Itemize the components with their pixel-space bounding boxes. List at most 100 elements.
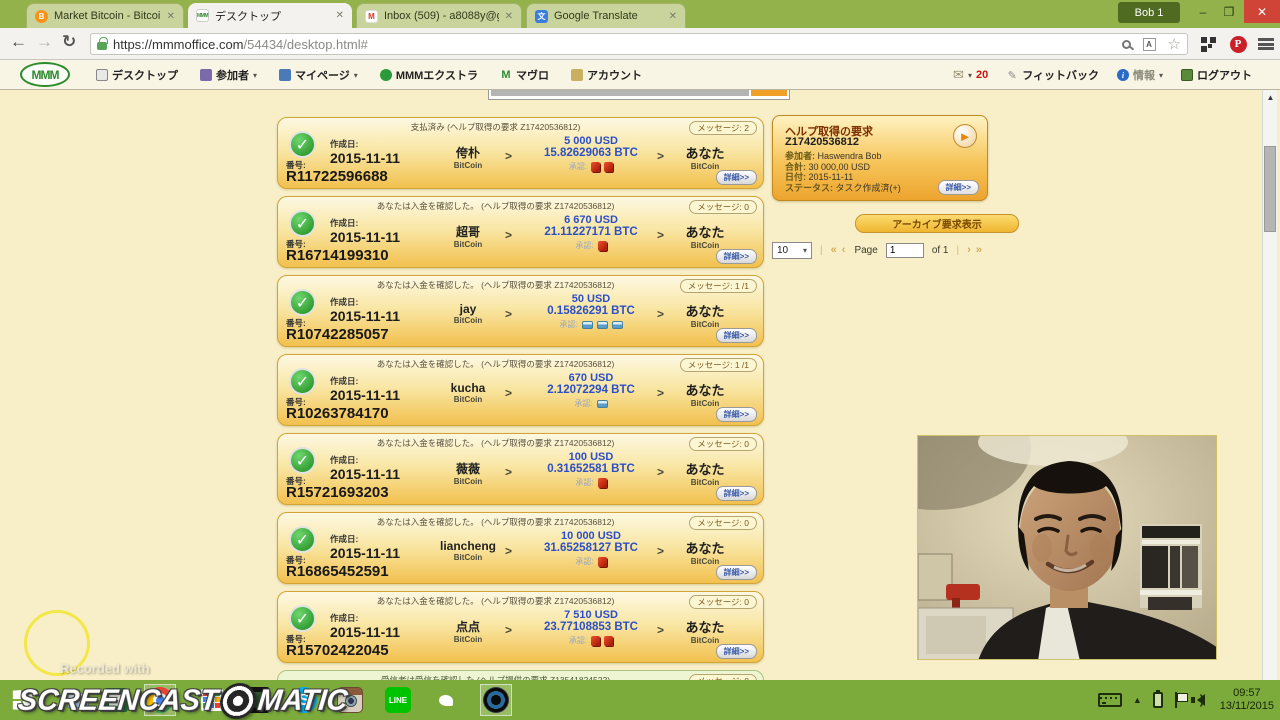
nav-item-logout[interactable]: ログアウト: [1181, 67, 1252, 83]
page-label: Page: [854, 244, 878, 256]
transaction-id: R16714199310: [286, 247, 389, 264]
details-button[interactable]: 詳細>>: [715, 249, 757, 264]
message-badge[interactable]: メッセージ: 0: [689, 200, 757, 214]
nav-item-info[interactable]: i 情報 ▾: [1116, 67, 1163, 83]
sender-name[interactable]: kucha: [430, 381, 506, 395]
help-request-panel: ヘルプ取得の要求 Z17420536812 参加者: Haswendra Bob…: [772, 115, 988, 201]
message-badge[interactable]: メッセージ: 0: [689, 516, 757, 530]
tab-close-icon[interactable]: ✕: [505, 11, 513, 22]
page-number-input[interactable]: [885, 242, 924, 258]
tab-label: デスクトップ: [215, 10, 281, 23]
bookmark-star-icon[interactable]: ☆: [1168, 37, 1181, 52]
tab-google-translate[interactable]: 文 Google Translate ✕: [526, 3, 686, 28]
sender-name[interactable]: 点点: [430, 618, 506, 635]
nav-mail-indicator[interactable]: ✉ ▾ 20: [953, 67, 988, 83]
message-badge[interactable]: メッセージ: 2: [689, 121, 757, 135]
tab-label: Market Bitcoin - Bitcoin.c: [54, 10, 161, 22]
minimize-button[interactable]: –: [1190, 0, 1216, 23]
sender-currency: BitCoin: [453, 477, 483, 486]
volume-icon[interactable]: [1190, 692, 1205, 707]
per-page-select[interactable]: 10 ▾: [772, 241, 812, 259]
nav-item-feedback[interactable]: ✎ フィットバック: [1006, 67, 1099, 83]
browser-profile-button[interactable]: Bob 1: [1118, 2, 1180, 23]
nav-item-desktop[interactable]: デスクトップ: [96, 67, 178, 83]
details-button[interactable]: 詳細>>: [937, 180, 979, 195]
approve-label: 承認:: [574, 399, 593, 408]
recipient-you: あなた: [685, 225, 725, 240]
next-last-page-buttons[interactable]: › »: [967, 244, 983, 256]
nav-item-mavro[interactable]: M マヴロ: [500, 67, 549, 83]
approval-red-icon: [597, 556, 607, 567]
details-button[interactable]: 詳細>>: [715, 486, 757, 501]
chevron-down-icon: ▾: [802, 245, 807, 255]
tab-desktop-active[interactable]: MMM デスクトップ ✕: [188, 3, 352, 28]
panel-row: 日付: 2015-11-11: [785, 172, 854, 182]
sender-name[interactable]: 侉朴: [430, 144, 506, 161]
nav-item-mypage[interactable]: マイページ ▾: [279, 67, 358, 83]
scrollbar-up-icon[interactable]: ▲: [1263, 93, 1278, 102]
nav-item-participants[interactable]: 参加者 ▾: [200, 67, 257, 83]
next-arrow-button[interactable]: ►: [953, 124, 977, 148]
twitter-icon[interactable]: [430, 684, 462, 716]
tab-close-icon[interactable]: ✕: [167, 11, 175, 22]
transaction-id: R10742285057: [286, 326, 389, 343]
line-icon[interactable]: LINE: [382, 684, 414, 716]
tab-close-icon[interactable]: ✕: [669, 11, 677, 22]
screencast-app-icon[interactable]: [480, 684, 512, 716]
message-badge[interactable]: メッセージ: 1 /1: [679, 279, 757, 293]
zoom-icon[interactable]: [1121, 39, 1131, 49]
translate-page-icon[interactable]: A: [1142, 37, 1156, 51]
sender-name[interactable]: 薇薇: [430, 460, 506, 477]
card-status-title: あなたは入金を確認した。 (ヘルプ取得の要求 Z17420536812): [376, 596, 615, 606]
close-button[interactable]: ✕: [1244, 0, 1280, 23]
tab-label: Inbox (509) - a8088y@gm: [384, 10, 499, 22]
qr-extension-icon[interactable]: [1198, 34, 1218, 54]
amount-btc: 23.77108853 BTC: [544, 621, 638, 633]
details-button[interactable]: 詳細>>: [715, 328, 757, 343]
scrollbar[interactable]: ▲: [1262, 90, 1277, 680]
arrow-separator: >: [505, 149, 513, 163]
amount-usd: 670 USD: [568, 372, 614, 384]
message-badge[interactable]: メッセージ: 0: [689, 437, 757, 451]
action-center-flag-icon[interactable]: [1174, 692, 1188, 708]
chrome-menu-icon[interactable]: [1256, 34, 1276, 54]
mmm-logo[interactable]: MMM: [20, 62, 70, 87]
details-button[interactable]: 詳細>>: [715, 644, 757, 659]
battery-icon[interactable]: [1152, 690, 1163, 708]
forward-icon[interactable]: →: [36, 32, 53, 52]
account-icon: [570, 69, 583, 81]
archive-requests-button[interactable]: アーカイブ要求表示: [855, 214, 1019, 233]
arrow-separator: >: [657, 228, 665, 242]
tab-gmail-inbox[interactable]: M Inbox (509) - a8088y@gm ✕: [356, 3, 522, 28]
tab-market-bitcoin[interactable]: B Market Bitcoin - Bitcoin.c ✕: [26, 3, 184, 28]
touch-keyboard-icon[interactable]: [1097, 693, 1122, 707]
reload-icon[interactable]: ↻: [62, 32, 76, 52]
webcam-portrait: [918, 436, 1216, 659]
back-icon[interactable]: ←: [10, 32, 27, 52]
message-badge[interactable]: メッセージ: 0: [689, 595, 757, 609]
arrow-separator: >: [505, 228, 513, 242]
taskbar-clock[interactable]: 09:57 13/11/2015: [1220, 687, 1274, 713]
sender-name[interactable]: 超哥: [430, 223, 506, 240]
chevron-down-icon: ▾: [967, 70, 972, 80]
transaction-id: R11722596688: [286, 168, 388, 185]
address-bar[interactable]: https://mmmoffice.com/54434/desktop.html…: [90, 33, 1188, 55]
message-badge[interactable]: メッセージ: 1 /1: [679, 358, 757, 372]
scrollbar-thumb[interactable]: [1264, 146, 1276, 232]
url-text[interactable]: https://mmmoffice.com/54434/desktop.html…: [113, 37, 368, 52]
pinterest-extension-icon[interactable]: P: [1228, 34, 1248, 54]
card-status-title: あなたは入金を確認した。 (ヘルプ取得の要求 Z17420536812): [376, 201, 615, 211]
show-hidden-icons[interactable]: ▲: [1133, 695, 1142, 705]
details-button[interactable]: 詳細>>: [715, 170, 757, 185]
details-button[interactable]: 詳細>>: [715, 407, 757, 422]
tab-close-icon[interactable]: ✕: [336, 10, 344, 21]
https-lock-icon[interactable]: [97, 36, 108, 50]
maximize-button[interactable]: ❐: [1216, 0, 1242, 23]
details-button[interactable]: 詳細>>: [715, 565, 757, 580]
panel-request-id: Z17420536812: [785, 136, 860, 148]
nav-item-mmm-extra[interactable]: MMMエクストラ: [379, 67, 478, 83]
sender-name[interactable]: liancheng: [430, 539, 506, 553]
first-prev-page-buttons[interactable]: « ‹: [831, 244, 847, 256]
nav-item-account[interactable]: アカウント: [570, 67, 642, 83]
sender-name[interactable]: jay: [430, 302, 506, 316]
